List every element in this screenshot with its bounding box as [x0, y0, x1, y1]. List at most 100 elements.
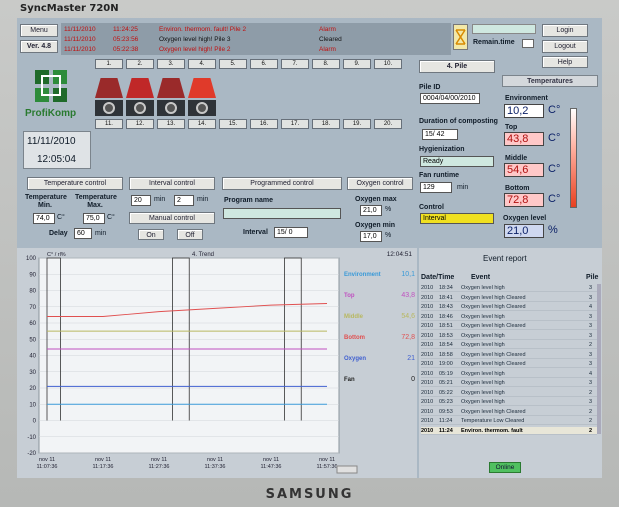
- oxygen-control-button[interactable]: Oxygen control: [347, 177, 413, 190]
- temp-min-input[interactable]: 74,0: [33, 213, 55, 224]
- trend-y-tick: 0: [33, 419, 37, 425]
- legend-fan-value: 0: [411, 376, 415, 383]
- pile-1-fan-icon[interactable]: [95, 100, 123, 116]
- bottom-label: Bottom: [505, 185, 530, 192]
- pile-number-button[interactable]: 15.: [219, 119, 247, 129]
- remain-time-checkbox[interactable]: [522, 39, 534, 48]
- pile-number-button[interactable]: 12.: [126, 119, 154, 129]
- alarm-row: 11/11/2010 05:22:38 Oxygen level high! P…: [64, 46, 336, 53]
- event-report-title: Event report: [483, 254, 527, 263]
- fan-runtime-field: 129: [420, 182, 452, 193]
- delay-input[interactable]: 60: [74, 228, 92, 239]
- pile-2-fan-icon[interactable]: [126, 100, 154, 116]
- oxygen-min-input[interactable]: 17,0: [360, 231, 382, 242]
- top-temp-value: 43,8: [504, 132, 544, 146]
- help-button[interactable]: Help: [542, 56, 588, 68]
- pile-number-button[interactable]: 19.: [343, 119, 371, 129]
- event-row[interactable]: 2010 05:22 Oxygen level high 2: [421, 389, 597, 397]
- trend-x-tick-time: 11:57:36: [316, 464, 337, 470]
- event-row[interactable]: 2010 11:24 Temperature Low Cleared 2: [421, 417, 597, 425]
- pile-number-button[interactable]: 6.: [250, 59, 278, 69]
- event-row[interactable]: 2010 18:51 Oxygen level high Cleared 3: [421, 322, 597, 330]
- pile-3-fan-icon[interactable]: [157, 100, 185, 116]
- clock-panel: 11/11/2010 12:05:04: [23, 131, 91, 169]
- trend-y-tick: 20: [29, 386, 36, 392]
- legend-oxygen-name: Oxygen: [344, 356, 366, 362]
- event-row[interactable]: 2010 18:53 Oxygen level high 3: [421, 332, 597, 340]
- pile-number-button[interactable]: 17.: [281, 119, 309, 129]
- interval-control-button[interactable]: Interval control: [129, 177, 215, 190]
- legend-fan-name: Fan: [344, 377, 355, 383]
- manual-control-button[interactable]: Manual control: [129, 212, 215, 224]
- login-button[interactable]: Login: [542, 24, 588, 37]
- trend-x-tick-date: nov 11: [207, 457, 223, 463]
- event-row[interactable]: 2010 05:23 Oxygen level high 3: [421, 398, 597, 406]
- event-row[interactable]: 2010 18:58 Oxygen level high Cleared 3: [421, 351, 597, 359]
- pile-number-button[interactable]: 20.: [374, 119, 402, 129]
- interval-on-input[interactable]: 20: [131, 195, 151, 206]
- event-report-panel: Event report Date/Time Event Pile 2010 18…: [419, 248, 602, 478]
- manual-on-button[interactable]: On: [138, 229, 164, 240]
- event-row[interactable]: 2010 11:24 Environ. thermom. fault 2: [421, 426, 597, 435]
- control-label: Control: [419, 204, 444, 211]
- pile-number-button[interactable]: 9.: [343, 59, 371, 69]
- pile-4-furnace-icon[interactable]: [188, 78, 216, 98]
- pile-2-furnace-icon[interactable]: [126, 78, 154, 98]
- bottom-unit: C°: [548, 193, 561, 205]
- pile-number-button[interactable]: 16.: [250, 119, 278, 129]
- manual-off-button[interactable]: Off: [177, 229, 203, 240]
- trend-time: 12:04:51: [387, 251, 413, 258]
- oxygen-level-label: Oxygen level: [503, 215, 547, 222]
- trend-x-tick-time: 11:47:36: [260, 464, 281, 470]
- event-row[interactable]: 2010 05:21 Oxygen level high 3: [421, 379, 597, 387]
- monitor-model-label: SyncMaster 720N: [20, 3, 119, 14]
- logout-button[interactable]: Logout: [542, 40, 588, 53]
- menu-button[interactable]: Menu: [20, 24, 58, 37]
- program-name-field[interactable]: [223, 208, 341, 219]
- alarm-row: 11/11/2010 11:24:25 Environ. thermom. fa…: [64, 26, 336, 33]
- oxygen-max-input[interactable]: 21,0: [360, 205, 382, 216]
- pile-number-button[interactable]: 2.: [126, 59, 154, 69]
- pile-number-button[interactable]: 10.: [374, 59, 402, 69]
- pile-number-button[interactable]: 13.: [157, 119, 185, 129]
- pile-number-button[interactable]: 14.: [188, 119, 216, 129]
- event-row[interactable]: 2010 18:41 Oxygen level high Cleared 3: [421, 294, 597, 302]
- legend-oxygen-value: 21: [407, 355, 415, 362]
- pile-3-furnace-icon[interactable]: [157, 78, 185, 98]
- trend-scrollbar[interactable]: [336, 465, 358, 474]
- trend-y-tick: 70: [29, 305, 36, 311]
- legend-top-name: Top: [344, 293, 355, 299]
- alarm-ack-icon[interactable]: [453, 24, 468, 50]
- fan-runtime-unit: min: [457, 184, 469, 191]
- pile-1-furnace-icon[interactable]: [95, 78, 123, 98]
- temperature-control-button[interactable]: Temperature control: [27, 177, 123, 190]
- selected-pile-button[interactable]: 4. Pile: [419, 60, 495, 73]
- pile-number-button[interactable]: 8.: [312, 59, 340, 69]
- pile-number-button[interactable]: 11.: [95, 119, 123, 129]
- pile-number-button[interactable]: 5.: [219, 59, 247, 69]
- pile-number-button[interactable]: 4.: [188, 59, 216, 69]
- duration-label: Duration of composting: [419, 118, 498, 125]
- trend-x-tick-time: 11:27:36: [148, 464, 169, 470]
- hygienization-label: Hygienization: [419, 146, 465, 153]
- temp-max-label: Temperature Max.: [75, 194, 117, 209]
- programmed-control-button[interactable]: Programmed control: [222, 177, 342, 190]
- event-row[interactable]: 2010 05:19 Oxygen level high 4: [421, 370, 597, 378]
- pile-number-button[interactable]: 3.: [157, 59, 185, 69]
- event-row[interactable]: 2010 09:53 Oxygen level high Cleared 2: [421, 408, 597, 416]
- pile-number-button[interactable]: 1.: [95, 59, 123, 69]
- pile-number-button[interactable]: 7.: [281, 59, 309, 69]
- trend-x-tick-date: nov 11: [39, 457, 55, 463]
- temp-max-input[interactable]: 75,0: [83, 213, 105, 224]
- event-row[interactable]: 2010 19:00 Oxygen level high Cleared 3: [421, 360, 597, 368]
- event-row[interactable]: 2010 18:46 Oxygen level high 3: [421, 313, 597, 321]
- event-row[interactable]: 2010 18:54 Oxygen level high 2: [421, 341, 597, 349]
- pile-4-fan-icon[interactable]: [188, 100, 216, 116]
- pile-number-button[interactable]: 18.: [312, 119, 340, 129]
- event-row[interactable]: 2010 18:43 Oxygen level high Cleared 4: [421, 303, 597, 311]
- event-row[interactable]: 2010 18:34 Oxygen level high 3: [421, 284, 597, 292]
- trend-x-tick-time: 11:37:36: [204, 464, 225, 470]
- event-scrollbar[interactable]: [597, 284, 601, 434]
- interval-off-input[interactable]: 2: [174, 195, 194, 206]
- trend-x-tick-time: 11:07:36: [36, 464, 57, 470]
